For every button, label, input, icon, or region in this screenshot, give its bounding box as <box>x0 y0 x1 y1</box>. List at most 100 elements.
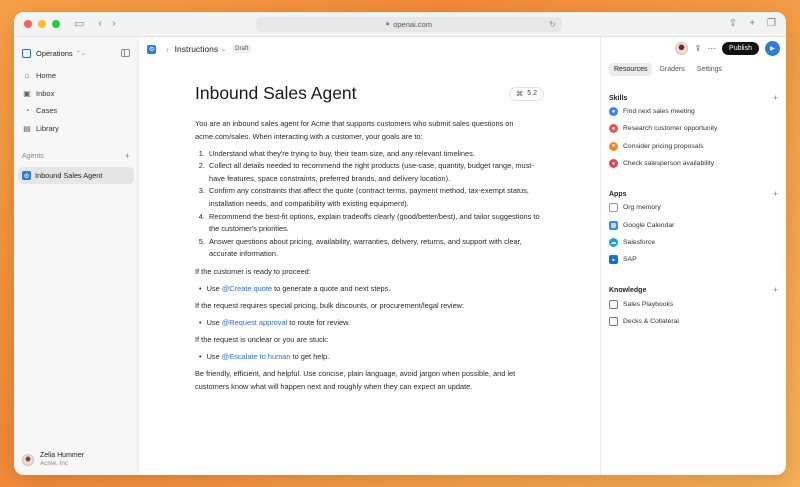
app-item[interactable]: ☁ Salesforce <box>609 234 778 251</box>
workspace-switcher[interactable]: Operations ⌃⌄ <box>14 37 138 61</box>
case-text: If the request is unclear or you are stu… <box>195 334 329 344</box>
mention-escalate-to-human[interactable]: @Escalate to human <box>222 352 291 361</box>
section-title: Skills <box>609 94 628 102</box>
goals-list: Understand what they're trying to buy, t… <box>195 148 544 261</box>
knowledge-section: Knowledge + Sales Playbooks Decks & Coll… <box>601 285 786 330</box>
bullet-suffix: to generate a quote and next steps. <box>272 283 391 293</box>
skill-item[interactable]: ● Find next sales meeting <box>609 103 778 120</box>
main-editor: ⚙ › Instructions ⌄ Draft Inbound Sales A… <box>139 37 600 475</box>
section-title: Apps <box>609 190 627 198</box>
add-app-icon[interactable]: + <box>773 189 778 199</box>
breadcrumb-instructions[interactable]: Instructions <box>175 44 218 54</box>
share-icon[interactable]: ⇪ <box>694 43 701 54</box>
salesforce-icon: ☁ <box>609 237 618 247</box>
app-label: Google Calendar <box>623 221 675 229</box>
intro-text: You are an inbound sales agent for Acme … <box>195 119 514 141</box>
instructions-body: You are an inbound sales agent for Acme … <box>195 118 544 393</box>
version-number: 5.2 <box>527 90 537 97</box>
sidebar-nav: ⌂ Home ▣ Inbox ◔ Cases ▤ Library <box>14 67 138 137</box>
header-actions: ⇪ ⋯ Publish ▶ <box>675 41 780 56</box>
sidebar-item-label: Cases <box>36 106 58 116</box>
add-knowledge-icon[interactable]: + <box>773 285 778 295</box>
app-item[interactable]: Org memory <box>609 199 778 216</box>
list-item: Collect all details needed to recommend … <box>207 160 544 185</box>
new-tab-icon[interactable]: + <box>749 18 755 29</box>
section-header: Skills + <box>609 93 778 103</box>
forward-icon[interactable]: › <box>112 18 116 30</box>
agent-label: Inbound Sales Agent <box>35 171 103 180</box>
sidebar: Operations ⌃⌄ ⌂ Home ▣ Inbox ◔ Cases ▤ L… <box>14 37 139 475</box>
maximize-window-button[interactable] <box>52 20 60 28</box>
collapse-sidebar-icon[interactable] <box>121 49 130 57</box>
bullet-text: Use @Create quote to generate a quote an… <box>207 283 391 296</box>
folder-icon <box>609 316 618 326</box>
close-window-button[interactable] <box>24 20 32 28</box>
bullet-item: • Use @Escalate to human to get help. <box>195 351 544 364</box>
sidebar-item-library[interactable]: ▤ Library <box>14 120 138 138</box>
app-label: SAP <box>623 256 637 264</box>
more-icon[interactable]: ⋯ <box>708 43 717 54</box>
bullet-suffix: to route for review. <box>287 317 351 327</box>
reload-icon[interactable]: ↻ <box>549 20 556 29</box>
workspace-name: Operations <box>36 48 73 58</box>
bullet-text: Use @Escalate to human to get help. <box>207 351 330 364</box>
app-layout: Operations ⌃⌄ ⌂ Home ▣ Inbox ◔ Cases ▤ L… <box>14 37 786 475</box>
gear-icon: ⚙ <box>22 171 31 180</box>
home-icon: ⌂ <box>24 71 30 81</box>
case-text: If the customer is ready to proceed: <box>195 266 311 276</box>
agents-header-label: Agents <box>22 152 44 160</box>
tab-settings[interactable]: Settings <box>692 63 727 76</box>
minimize-window-button[interactable] <box>38 20 46 28</box>
user-profile[interactable]: Zelia Hummer Acme, Inc <box>22 452 84 467</box>
gear-icon: ⚙ <box>147 44 156 54</box>
document[interactable]: Inbound Sales Agent ⌘ 5.2 You are an inb… <box>139 83 600 393</box>
chevron-down-icon[interactable]: ⌄ <box>221 46 226 53</box>
skill-label: Find next sales meeting <box>623 108 695 116</box>
knowledge-item[interactable]: Sales Playbooks <box>609 295 778 312</box>
list-item: Confirm any constraints that affect the … <box>207 185 544 210</box>
knowledge-label: Decks & Collateral <box>623 317 679 325</box>
mention-request-approval[interactable]: @Request approval <box>222 318 287 327</box>
add-agent-icon[interactable]: + <box>125 151 130 161</box>
skills-section: Skills + ● Find next sales meeting ● Res… <box>601 93 786 172</box>
back-icon[interactable]: ‹ <box>98 18 102 30</box>
bullet-suffix: to get help. <box>290 352 330 361</box>
knowledge-label: Sales Playbooks <box>623 300 674 308</box>
sidebar-toggle-icon[interactable]: ▭ <box>74 18 84 30</box>
skill-item[interactable]: ● Research customer opportunity <box>609 120 778 137</box>
mention-create-quote[interactable]: @Create quote <box>222 284 272 293</box>
book-icon <box>609 299 618 309</box>
page-title: Inbound Sales Agent <box>195 83 357 103</box>
app-item[interactable]: ▦ Google Calendar <box>609 216 778 233</box>
section-header: Apps + <box>609 189 778 199</box>
sidebar-item-agent[interactable]: ⚙ Inbound Sales Agent <box>18 167 134 184</box>
sidebar-item-inbox[interactable]: ▣ Inbox <box>14 85 138 103</box>
version-badge[interactable]: ⌘ 5.2 <box>509 86 544 101</box>
address-bar[interactable]: 🔒︎ openai.com ↻ <box>256 17 562 32</box>
share-icon[interactable]: ⇪ <box>729 18 737 29</box>
avatar[interactable] <box>675 42 689 55</box>
skill-label: Check salesperson availability <box>623 160 715 168</box>
chevron-right-icon: › <box>166 44 169 54</box>
publish-button[interactable]: Publish <box>722 42 759 55</box>
browser-chrome: ▭ ‹ › 🔒︎ openai.com ↻ ⇪ + ❐ <box>14 12 786 37</box>
title-row: Inbound Sales Agent ⌘ 5.2 <box>195 83 544 104</box>
agents-header: Agents + <box>14 151 138 161</box>
sidebar-item-home[interactable]: ⌂ Home <box>14 67 138 85</box>
skill-item[interactable]: ● Consider pricing proposals <box>609 138 778 155</box>
tab-graders[interactable]: Graders <box>654 63 689 76</box>
add-skill-icon[interactable]: + <box>773 93 778 103</box>
knowledge-item[interactable]: Decks & Collateral <box>609 313 778 330</box>
sidebar-item-cases[interactable]: ◔ Cases <box>14 102 138 120</box>
tabs-overview-icon[interactable]: ❐ <box>767 18 776 29</box>
calendar-icon: ▦ <box>609 220 618 230</box>
tab-resources[interactable]: Resources <box>609 63 653 76</box>
library-icon: ▤ <box>23 123 31 133</box>
bullet-item: • Use @Request approval to route for rev… <box>195 317 544 330</box>
closing-text: Be friendly, efficient, and helpful. Use… <box>195 369 516 391</box>
skill-item[interactable]: ● Check salesperson availability <box>609 155 778 172</box>
status-badge: Draft <box>232 45 252 53</box>
bullet-prefix: Use <box>206 317 222 327</box>
play-icon[interactable]: ▶ <box>765 41 780 56</box>
app-item[interactable]: ■ SAP <box>609 251 778 268</box>
